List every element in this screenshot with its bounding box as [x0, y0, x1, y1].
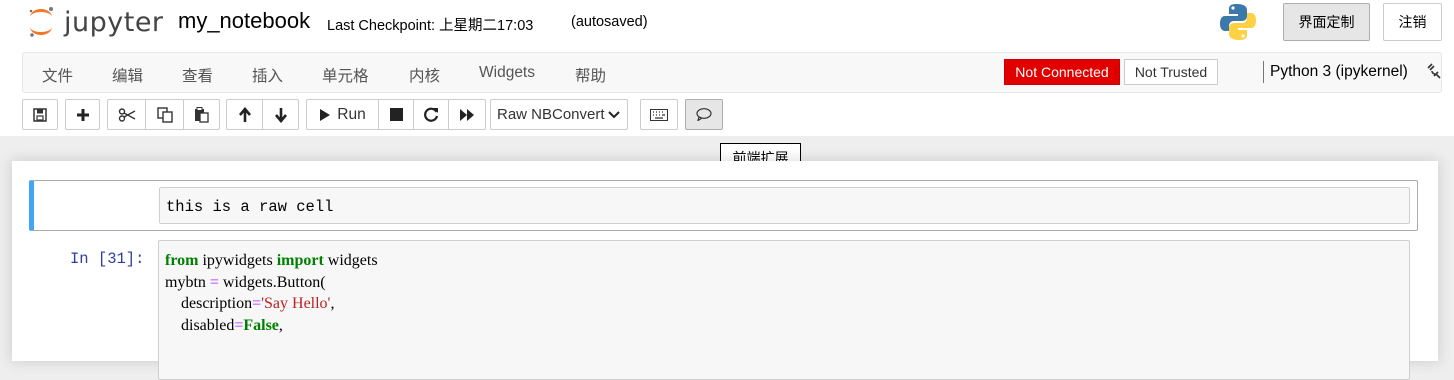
play-icon	[320, 108, 331, 121]
save-button[interactable]	[22, 99, 58, 130]
raw-cell[interactable]: this is a raw cell	[29, 180, 1418, 231]
logo-text: jupyter	[64, 6, 164, 38]
menubar: 文件 编辑 查看 插入 单元格 内核 Widgets 帮助 Not Connec…	[22, 52, 1442, 93]
code-line: disabled=False,	[165, 316, 283, 334]
chevron-down-icon	[608, 111, 620, 119]
interrupt-button[interactable]	[378, 99, 414, 130]
cell-type-value: Raw NBConvert	[497, 106, 605, 123]
logout-button[interactable]: 注销	[1383, 3, 1442, 41]
code-cell-input[interactable]: from ipywidgets import widgets mybtn = w…	[158, 240, 1410, 380]
cell-type-select[interactable]: Raw NBConvert	[490, 99, 628, 130]
menu-help[interactable]: 帮助	[575, 64, 606, 86]
restart-button[interactable]	[413, 99, 449, 130]
cut-icon	[118, 107, 135, 122]
restart-run-all-button[interactable]	[448, 99, 486, 130]
arrow-up-icon	[238, 106, 251, 122]
save-icon	[33, 107, 47, 122]
fast-forward-icon	[460, 108, 474, 121]
toolbar: Run Raw NBConvert	[22, 99, 1442, 130]
insert-cell-button[interactable]	[65, 99, 100, 130]
notebook-name[interactable]: my_notebook	[178, 8, 310, 34]
notebook-container: this is a raw cell In [31]: from ipywidg…	[12, 161, 1438, 380]
autosave-status: (autosaved)	[571, 14, 648, 30]
paste-button[interactable]	[183, 99, 220, 130]
move-down-button[interactable]	[262, 99, 299, 130]
arrow-down-icon	[274, 107, 287, 123]
plus-icon	[76, 108, 89, 121]
paste-icon	[195, 106, 209, 123]
jupyter-logo[interactable]: jupyter	[26, 5, 164, 39]
not-trusted-badge[interactable]: Not Trusted	[1124, 59, 1218, 85]
menu-edit[interactable]: 编辑	[112, 64, 143, 86]
header: jupyter my_notebook Last Checkpoint: 上星期…	[0, 0, 1454, 136]
code-line: description='Say Hello',	[165, 295, 335, 312]
kernel-divider	[1263, 61, 1264, 83]
comment-icon	[696, 108, 712, 121]
code-line: from ipywidgets import widgets	[165, 252, 378, 269]
run-button[interactable]: Run	[306, 99, 379, 130]
checkpoint-status: Last Checkpoint: 上星期二17:03	[327, 18, 534, 34]
menu-file[interactable]: 文件	[42, 64, 73, 86]
run-label: Run	[337, 105, 366, 123]
cut-button[interactable]	[107, 99, 146, 130]
kernel-name[interactable]: Python 3 (ipykernel)	[1270, 63, 1408, 81]
menu-kernel[interactable]: 内核	[409, 64, 440, 86]
menu-cell[interactable]: 单元格	[322, 64, 369, 86]
menu-widgets[interactable]: Widgets	[479, 64, 535, 82]
stop-icon	[389, 108, 403, 121]
code-line: mybtn = widgets.Button(	[165, 273, 326, 291]
input-prompt: In [31]:	[70, 250, 145, 268]
keyboard-icon	[650, 108, 668, 121]
kernel-disconnected-icon	[1425, 62, 1443, 87]
copy-icon	[156, 106, 173, 123]
raw-cell-input[interactable]: this is a raw cell	[159, 187, 1410, 224]
customize-ui-button[interactable]: 界面定制	[1283, 3, 1370, 41]
nbextensions-button[interactable]	[685, 99, 723, 130]
command-palette-button[interactable]	[640, 99, 678, 130]
restart-icon	[423, 107, 438, 122]
jupyter-logo-icon	[29, 7, 53, 37]
menu-view[interactable]: 查看	[182, 64, 213, 86]
copy-button[interactable]	[145, 99, 184, 130]
menu-insert[interactable]: 插入	[252, 64, 283, 86]
not-connected-badge[interactable]: Not Connected	[1004, 59, 1120, 85]
python-logo-icon	[1220, 3, 1256, 46]
move-up-button[interactable]	[226, 99, 263, 130]
